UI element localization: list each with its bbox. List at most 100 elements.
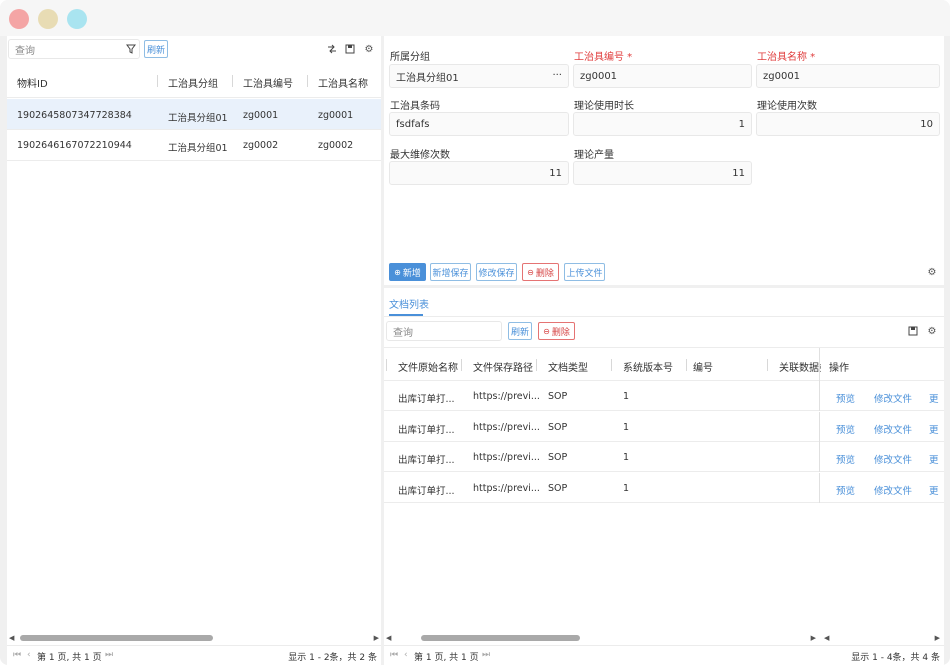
column-header-material-id[interactable]: 物料ID bbox=[17, 75, 137, 90]
minus-circle-icon: ⊖ bbox=[527, 267, 534, 277]
cell-name: zg0002 bbox=[318, 140, 354, 151]
cell-version: 1 bbox=[623, 452, 630, 463]
scroll-left-arrow-icon[interactable]: ◀ bbox=[9, 634, 14, 642]
more-actions-link[interactable]: 更 bbox=[929, 452, 939, 466]
scroll-left-arrow-icon[interactable]: ◀ bbox=[386, 634, 391, 642]
doc-search-input[interactable]: 查询 bbox=[386, 321, 502, 341]
column-header-name[interactable]: 工治具名称 bbox=[318, 75, 378, 90]
refresh-button[interactable]: 刷新 bbox=[144, 40, 168, 58]
table-header: 物料ID 工治具分组 工治具编号 工治具名称 bbox=[7, 64, 381, 98]
preview-link[interactable]: 预览 bbox=[836, 391, 855, 405]
code-field[interactable]: zg0001 bbox=[573, 64, 752, 88]
preview-link[interactable]: 预览 bbox=[836, 422, 855, 436]
doc-horizontal-scrollbar[interactable]: ◀ ▶ bbox=[384, 634, 820, 642]
edit-file-link[interactable]: 修改文件 bbox=[874, 452, 912, 466]
add-save-button[interactable]: 新增保存 bbox=[430, 263, 471, 281]
preview-link[interactable]: 预览 bbox=[836, 452, 855, 466]
edit-file-link[interactable]: 修改文件 bbox=[874, 483, 912, 497]
duration-field[interactable]: 1 bbox=[573, 112, 752, 136]
doc-refresh-button[interactable]: 刷新 bbox=[508, 322, 532, 340]
output-field[interactable]: 11 bbox=[573, 161, 752, 185]
scroll-right-arrow-icon[interactable]: ▶ bbox=[935, 634, 940, 642]
edit-save-button[interactable]: 修改保存 bbox=[476, 263, 517, 281]
next-page-icon[interactable]: › bbox=[93, 650, 97, 660]
column-header-doc-type[interactable]: 文档类型 bbox=[548, 359, 608, 374]
scrollbar-thumb[interactable] bbox=[421, 635, 580, 641]
more-actions-link[interactable]: 更 bbox=[929, 483, 939, 497]
edit-file-link[interactable]: 修改文件 bbox=[874, 391, 912, 405]
fixed-column-divider bbox=[819, 411, 820, 442]
group-label: 所属分组 bbox=[390, 52, 430, 63]
more-actions-link[interactable]: 更 bbox=[929, 422, 939, 436]
document-list-pane: 文档列表 查询 刷新 ⊖ 删除 ⚙ 文件原始名称 文件保存路径 文档类型 系统版本… bbox=[384, 288, 944, 665]
more-options-icon[interactable]: ··· bbox=[552, 70, 562, 81]
prev-page-icon[interactable]: ‹ bbox=[27, 650, 31, 660]
column-header-number[interactable]: 编号 bbox=[693, 359, 753, 374]
cell-group: 工治具分组01 bbox=[168, 143, 228, 154]
last-page-icon[interactable]: ⏭ bbox=[105, 650, 113, 660]
upload-button[interactable]: 上传文件 bbox=[564, 263, 605, 281]
horizontal-scrollbar[interactable]: ◀ ▶ bbox=[7, 634, 381, 642]
more-actions-link[interactable]: 更 bbox=[929, 391, 939, 405]
duration-value: 1 bbox=[738, 118, 745, 130]
add-label: 新增 bbox=[402, 268, 421, 279]
scroll-right-arrow-icon[interactable]: ▶ bbox=[811, 634, 816, 642]
gear-icon[interactable]: ⚙ bbox=[926, 266, 938, 278]
scroll-left-arrow-icon[interactable]: ◀ bbox=[824, 634, 829, 642]
group-field[interactable]: 工治具分组01 ··· bbox=[389, 64, 569, 88]
fixed-column-divider bbox=[819, 442, 820, 472]
column-header-file-path[interactable]: 文件保存路径 bbox=[473, 359, 533, 374]
doc-table-row[interactable]: 出库订单打... https://previ... SOP 1 预览 修改文件 更 bbox=[384, 411, 944, 442]
uses-field[interactable]: 10 bbox=[756, 112, 940, 136]
gear-icon[interactable]: ⚙ bbox=[926, 325, 938, 337]
tab-document-list[interactable]: 文档列表 bbox=[389, 296, 429, 311]
delete-button[interactable]: ⊖ 删除 bbox=[522, 263, 559, 281]
column-separator bbox=[767, 359, 768, 371]
column-header-actions: 操作 bbox=[829, 363, 849, 374]
preview-link[interactable]: 预览 bbox=[836, 483, 855, 497]
doc-search-placeholder: 查询 bbox=[393, 327, 413, 339]
doc-table-row[interactable]: 出库订单打... https://previ... SOP 1 预览 修改文件 更 bbox=[384, 381, 944, 411]
scroll-right-arrow-icon[interactable]: ▶ bbox=[374, 634, 379, 642]
repair-field[interactable]: 11 bbox=[389, 161, 569, 185]
first-page-icon[interactable]: ⏮ bbox=[13, 650, 21, 660]
search-input[interactable]: 查询 bbox=[8, 39, 140, 59]
column-header-version[interactable]: 系统版本号 bbox=[623, 359, 683, 374]
barcode-field[interactable]: fsdfafs bbox=[389, 112, 569, 136]
next-page-icon[interactable]: › bbox=[470, 650, 474, 660]
minimize-window-button[interactable] bbox=[38, 9, 58, 29]
table-row[interactable]: 1902645807347728384 工治具分组01 zg0001 zg000… bbox=[7, 99, 381, 130]
gear-icon[interactable]: ⚙ bbox=[363, 43, 375, 55]
doc-table-row[interactable]: 出库订单打... https://previ... SOP 1 预览 修改文件 更 bbox=[384, 442, 944, 472]
duration-label: 理论使用时长 bbox=[574, 101, 634, 112]
first-page-icon[interactable]: ⏮ bbox=[390, 650, 398, 660]
maximize-window-button[interactable] bbox=[67, 9, 87, 29]
edit-file-link[interactable]: 修改文件 bbox=[874, 422, 912, 436]
doc-table-row[interactable]: 出库订单打... https://previ... SOP 1 预览 修改文件 更 bbox=[384, 472, 944, 503]
filter-icon[interactable] bbox=[125, 43, 137, 55]
column-header-group[interactable]: 工治具分组 bbox=[168, 75, 228, 90]
column-header-code[interactable]: 工治具编号 bbox=[243, 75, 303, 90]
tool-list-pane: 查询 刷新 ⚙ 物料ID 工治具分组 工治具编号 工治具名称 190264580… bbox=[7, 36, 381, 665]
close-window-button[interactable] bbox=[9, 9, 29, 29]
column-settings-icon[interactable] bbox=[326, 43, 338, 55]
prev-page-icon[interactable]: ‹ bbox=[404, 650, 408, 660]
scrollbar-thumb[interactable] bbox=[20, 635, 213, 641]
cell-group: 工治具分组01 bbox=[168, 113, 228, 124]
save-icon[interactable] bbox=[344, 43, 356, 55]
actions-horizontal-scrollbar[interactable]: ◀ ▶ bbox=[820, 634, 944, 642]
cell-file-name: 出库订单打... bbox=[398, 394, 455, 405]
table-row[interactable]: 1902646167072210944 工治具分组01 zg0002 zg000… bbox=[7, 130, 381, 161]
column-separator bbox=[157, 75, 158, 87]
group-value: 工治具分组01 bbox=[396, 72, 459, 84]
cell-file-path: https://previ... bbox=[473, 421, 540, 433]
column-header-file-name[interactable]: 文件原始名称 bbox=[398, 359, 458, 374]
column-header-related-data[interactable]: 关联数据券 bbox=[779, 359, 821, 374]
add-button[interactable]: ⊕ 新增 bbox=[389, 263, 426, 281]
name-field[interactable]: zg0001 bbox=[756, 64, 940, 88]
doc-delete-button[interactable]: ⊖ 删除 bbox=[538, 322, 575, 340]
output-value: 11 bbox=[732, 167, 745, 179]
name-value: zg0001 bbox=[763, 70, 801, 82]
save-icon[interactable] bbox=[907, 325, 919, 337]
last-page-icon[interactable]: ⏭ bbox=[482, 650, 490, 660]
